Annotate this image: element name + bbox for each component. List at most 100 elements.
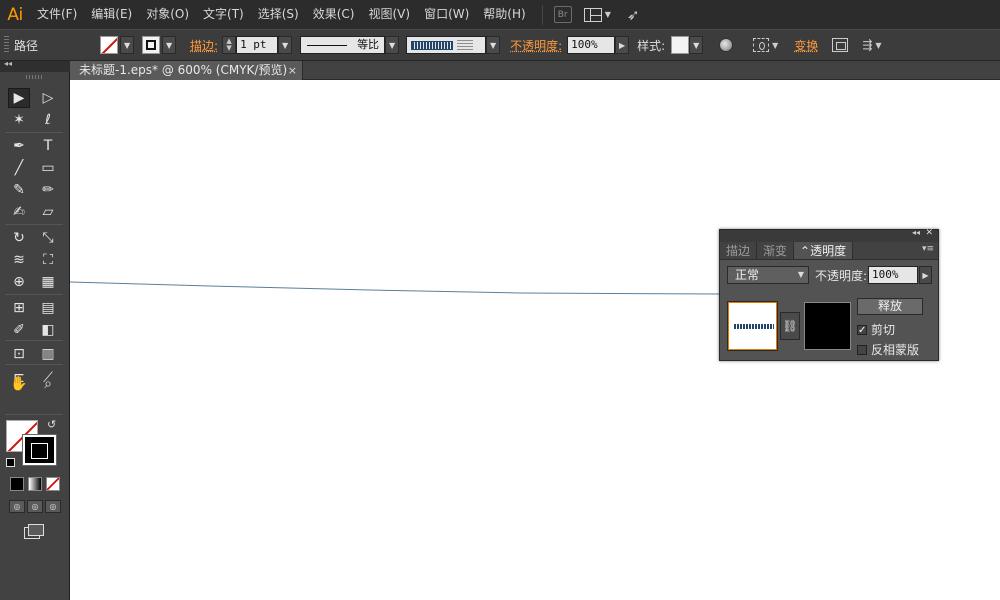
panel-menu-icon[interactable]: ▾≡ [922, 244, 934, 254]
line-segment-tool[interactable]: ╱ [8, 158, 30, 178]
gradient-tool[interactable]: ▤ [37, 298, 59, 318]
menu-help[interactable]: 帮助(H) [476, 0, 532, 29]
pencil-tool[interactable]: ✏ [37, 180, 59, 200]
magic-wand-tool[interactable]: ✶ [8, 110, 30, 130]
style-label: 样式: [637, 38, 666, 53]
rotate-tool[interactable]: ↻ [8, 228, 30, 248]
stroke-weight-stepper[interactable]: ▲ ▼ [222, 36, 237, 54]
blend-mode-select[interactable]: 正常 ▼ [727, 266, 809, 284]
tab-gradient[interactable]: 渐变 [757, 242, 795, 259]
menu-type[interactable]: 文字(T) [196, 0, 251, 29]
draw-behind-icon[interactable]: ◎ [27, 500, 43, 513]
graphic-style-swatch[interactable] [671, 36, 690, 54]
selection-tool[interactable]: ▶ [8, 88, 30, 108]
close-icon[interactable]: × [288, 61, 297, 80]
clip-option[interactable]: ✓ 剪切 [857, 321, 895, 338]
panel-header[interactable]: ◂◂ ✕ [720, 228, 938, 242]
opacity-field[interactable]: 100% [567, 36, 616, 54]
mesh-tool[interactable]: ⊞ [8, 298, 30, 318]
bridge-icon[interactable]: Br [553, 6, 572, 23]
rectangle-tool[interactable]: ▭ [37, 158, 59, 178]
object-thumbnail[interactable] [728, 302, 777, 350]
menu-file[interactable]: 文件(F) [30, 0, 84, 29]
swap-colors-icon[interactable]: ↺ [47, 418, 56, 431]
warp-tool[interactable]: ≋ [8, 250, 30, 270]
menu-object[interactable]: 对象(O) [139, 0, 196, 29]
hand-tool[interactable]: ✋ [8, 374, 30, 394]
chevron-down-icon[interactable]: ▼ [875, 41, 881, 50]
panel-opacity-field[interactable]: 100% [868, 266, 918, 284]
invert-mask-option[interactable]: 反相蒙版 [857, 341, 919, 358]
paintbrush-tool[interactable]: ✎ [8, 180, 30, 200]
menu-window[interactable]: 窗口(W) [417, 0, 476, 29]
menu-select[interactable]: 选择(S) [251, 0, 306, 29]
stroke-color-swatch[interactable] [22, 434, 57, 466]
brush-dropdown[interactable]: ▼ [486, 36, 501, 54]
opacity-panel-link[interactable]: 不透明度: [510, 37, 562, 54]
fill-swatch[interactable] [100, 36, 119, 54]
gradient-mode-icon[interactable] [28, 477, 42, 491]
tab-transparency[interactable]: ⌃透明度 [794, 242, 854, 259]
column-graph-tool[interactable]: ▥ [37, 344, 59, 364]
link-mask-icon[interactable]: ⛓ [780, 312, 800, 340]
mask-thumbnail[interactable] [804, 302, 851, 350]
blend-tool[interactable]: ◧ [37, 320, 59, 340]
toolbox-header[interactable]: ◂◂ [0, 59, 70, 72]
type-tool[interactable]: T [37, 136, 59, 156]
none-mode-icon[interactable] [46, 477, 60, 491]
toolbox-divider [5, 224, 63, 225]
collapse-icon[interactable]: ◂◂ [4, 59, 12, 68]
fill-dropdown[interactable]: ▼ [120, 36, 135, 54]
symbol-sprayer-tool[interactable]: ⊡ [8, 344, 30, 364]
document-tab[interactable]: 未标题-1.eps* @ 600% (CMYK/预览) × [70, 61, 303, 80]
release-button[interactable]: 释放 [857, 298, 923, 315]
eyedropper-tool[interactable]: ✐ [8, 320, 30, 340]
variable-width-profile[interactable]: 等比 [300, 36, 386, 54]
isolate-object-icon[interactable] [832, 38, 849, 52]
toolbox-divider [5, 340, 63, 341]
menu-effect[interactable]: 效果(C) [306, 0, 362, 29]
arrange-documents-button[interactable]: ▼ [583, 7, 611, 22]
scale-tool[interactable]: ⤡ [37, 228, 59, 248]
profile-dropdown[interactable]: ▼ [385, 36, 400, 54]
gpu-performance-icon[interactable]: ➶ [627, 6, 640, 24]
control-bar-grip[interactable] [4, 36, 9, 54]
invert-mask-checkbox[interactable] [857, 344, 867, 355]
brush-definition[interactable] [406, 36, 487, 54]
stroke-swatch[interactable] [142, 36, 161, 54]
blob-brush-tool[interactable]: ✍ [8, 202, 30, 222]
direct-selection-tool[interactable]: ▷ [37, 88, 59, 108]
eraser-tool[interactable]: ▱ [37, 202, 59, 222]
shape-builder-tool[interactable]: ⊕ [8, 272, 30, 292]
zoom-tool[interactable]: ⌕ [37, 374, 59, 394]
close-icon[interactable]: ✕ [925, 228, 933, 238]
tab-stroke[interactable]: 描边 [720, 242, 758, 259]
stroke-weight-dropdown[interactable]: ▼ [278, 36, 293, 54]
menu-bar: Ai 文件(F) 编辑(E) 对象(O) 文字(T) 选择(S) 效果(C) 视… [0, 0, 1000, 29]
menu-view[interactable]: 视图(V) [361, 0, 417, 29]
graphic-style-dropdown[interactable]: ▼ [689, 36, 704, 54]
menu-edit[interactable]: 编辑(E) [84, 0, 139, 29]
draw-normal-icon[interactable]: ◎ [9, 500, 25, 513]
panel-options-icon[interactable]: ⇶ [862, 38, 872, 52]
panel-opacity-slider-button[interactable]: ▶ [919, 266, 932, 284]
transform-panel-link[interactable]: 变换 [794, 37, 818, 54]
free-transform-tool[interactable]: ⛶ [37, 250, 59, 270]
color-mode-icon[interactable] [10, 477, 24, 491]
stroke-dropdown[interactable]: ▼ [162, 36, 177, 54]
perspective-grid-tool[interactable]: ▦ [37, 272, 59, 292]
stroke-weight-field[interactable]: 1 pt [236, 36, 279, 54]
stroke-panel-link[interactable]: 描边: [190, 37, 218, 54]
opacity-slider-button[interactable]: ▶ [615, 36, 630, 54]
recolor-artwork-icon[interactable] [719, 38, 734, 52]
lasso-tool[interactable]: ℓ [37, 110, 59, 130]
pen-tool[interactable]: ✒ [8, 136, 30, 156]
default-colors-icon[interactable] [6, 458, 15, 467]
clip-checkbox[interactable]: ✓ [857, 324, 867, 335]
chevron-down-icon[interactable]: ▼ [772, 41, 778, 50]
screen-mode-icon[interactable] [24, 524, 44, 539]
collapse-icon[interactable]: ◂◂ [912, 228, 920, 237]
draw-inside-icon[interactable]: ◎ [45, 500, 61, 513]
toolbox-grip[interactable] [26, 75, 44, 79]
align-to-icon[interactable] [753, 38, 770, 52]
